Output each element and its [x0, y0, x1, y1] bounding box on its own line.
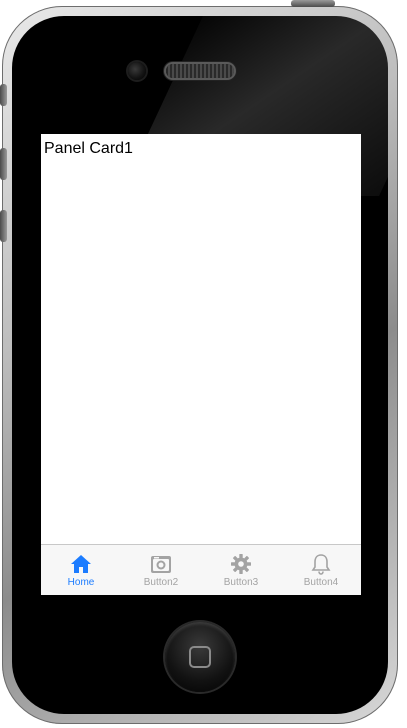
tab-button3-label: Button3	[223, 577, 259, 588]
volume-down-button	[0, 210, 7, 242]
tab-button2-label: Button2	[143, 577, 179, 588]
home-icon	[70, 553, 92, 575]
tab-button4[interactable]: Button4	[281, 545, 361, 595]
camera-icon	[150, 553, 172, 575]
home-button[interactable]	[165, 622, 235, 692]
tab-button4-label: Button4	[303, 577, 339, 588]
tab-button2[interactable]: Button2	[121, 545, 201, 595]
bell-icon	[310, 553, 332, 575]
tab-bar: Home Button2 Button3 Button4	[41, 544, 361, 595]
power-button	[291, 0, 335, 7]
home-button-square-icon	[189, 646, 211, 668]
tab-button3[interactable]: Button3	[201, 545, 281, 595]
panel-card: Panel Card1	[41, 134, 361, 544]
gear-icon	[230, 553, 252, 575]
tab-home[interactable]: Home	[41, 545, 121, 595]
mute-switch	[0, 84, 7, 106]
volume-up-button	[0, 148, 7, 180]
tab-home-label: Home	[67, 577, 95, 588]
earpiece-speaker	[166, 64, 234, 78]
panel-title: Panel Card1	[44, 140, 133, 157]
front-camera	[128, 62, 146, 80]
phone-screen: Panel Card1 Home Button2 Button3 Button4	[41, 134, 361, 595]
